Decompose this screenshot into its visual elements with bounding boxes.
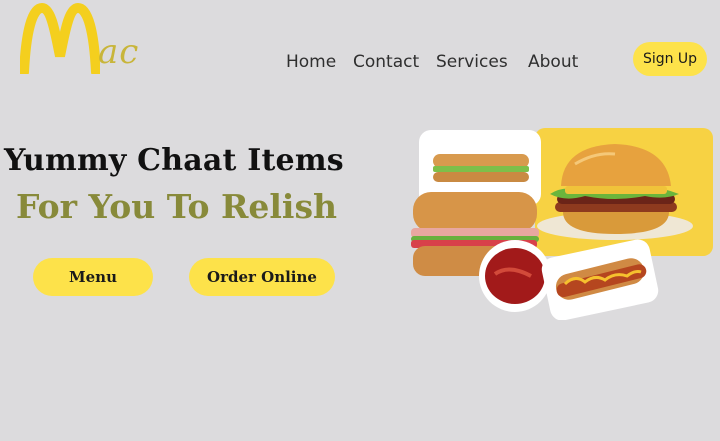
nav-about[interactable]: About [528,52,578,72]
nav-home[interactable]: Home [286,52,336,72]
hero-heading-line2: For You To Relish [16,187,338,226]
top-nav: Home Contact Services About [0,52,720,76]
menu-button[interactable]: Menu [33,258,153,296]
signup-button[interactable]: Sign Up [633,42,707,76]
nav-contact[interactable]: Contact [353,52,419,72]
nav-services[interactable]: Services [436,52,508,72]
hero-heading-line1: Yummy Chaat Items [4,143,344,178]
ketchup-bowl-icon [479,240,551,312]
order-online-button[interactable]: Order Online [189,258,335,296]
hero-food-collage [411,128,713,320]
